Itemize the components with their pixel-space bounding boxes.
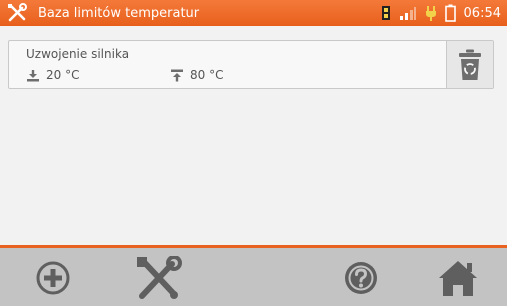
memory-card-icon [381,5,391,21]
max-temp-icon [171,69,183,81]
plug-icon [425,5,437,22]
settings-button[interactable] [128,254,188,302]
status-area: 06:54 [381,0,507,26]
clock: 06:54 [463,5,501,21]
list-item[interactable]: Uzwojenie silnika 20 °C 80 °C [8,40,494,89]
help-icon [345,262,377,294]
record-name: Uzwojenie silnika [26,47,130,61]
battery-icon [444,4,456,22]
add-icon [36,261,70,295]
delete-button[interactable] [446,41,493,88]
limits-list: Uzwojenie silnika 20 °C 80 °C [0,26,507,245]
min-temp: 20 °C [26,68,79,82]
window-title: Baza limitów temperatur [38,5,200,21]
max-temp-value: 80 °C [190,68,224,82]
home-button[interactable] [430,254,486,302]
trash-icon [459,49,481,80]
title-bar: Baza limitów temperatur 06:54 [0,0,507,26]
tools-icon [137,256,182,299]
max-temp: 80 °C [170,68,223,82]
signal-icon [399,6,417,20]
min-temp-value: 20 °C [46,68,80,82]
bottom-toolbar [0,245,507,306]
home-icon [439,261,477,296]
help-button[interactable] [336,254,386,302]
tools-icon[interactable] [6,2,28,24]
add-button[interactable] [28,254,78,302]
min-temp-icon [27,69,39,81]
